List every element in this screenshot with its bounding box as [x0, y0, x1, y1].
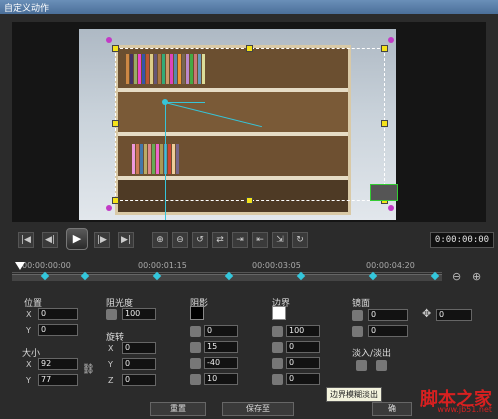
shadow-panel: 阴影 0 15 -40 10 — [184, 292, 264, 412]
keyframe-tool-8[interactable]: ↻ — [292, 232, 308, 248]
corner-handle-bottom-right[interactable] — [388, 205, 394, 211]
playback-controls: |◀ ◀| ▶ |▶ ▶| ⊕ ⊖ ↺ ⇄ ⇥ ⇤ ⇲ ↻ 0:00:00:00 — [12, 228, 494, 252]
border-width-field[interactable]: 0 — [286, 341, 320, 353]
border-fade-field[interactable]: 0 — [286, 373, 320, 385]
reset-button[interactable]: 重置 — [150, 402, 206, 416]
anchor-point[interactable] — [162, 99, 168, 105]
window-title: 自定义动作 — [4, 4, 50, 14]
zoom-out-icon[interactable]: ⊖ — [452, 270, 464, 283]
shadow-opacity-field[interactable]: 0 — [204, 325, 238, 337]
keyframe-tool-7[interactable]: ⇲ — [272, 232, 288, 248]
position-x-field[interactable]: 0 — [38, 308, 78, 320]
keyframe-tool-2[interactable]: ⊖ — [172, 232, 188, 248]
opacity-icon — [106, 309, 117, 320]
corner-handle-top-right[interactable] — [388, 37, 394, 43]
mirror-opacity-field[interactable]: 0 — [368, 309, 408, 321]
mirror-label: 镜面 — [352, 299, 371, 309]
fade-out-icon[interactable] — [376, 360, 387, 371]
size-x-field[interactable]: 92 — [38, 358, 78, 370]
title-bar: 自定义动作 — [0, 0, 498, 14]
size-y-axis: Y — [26, 376, 31, 385]
fade-label: 淡入/淡出 — [352, 349, 392, 359]
shadow-angle-icon — [190, 358, 201, 369]
watermark-url: www.jb51.net — [437, 405, 492, 414]
shadow-opacity-icon — [190, 326, 201, 337]
keyframe-tool-5[interactable]: ⇥ — [232, 232, 248, 248]
shadow-blur-icon — [190, 342, 201, 353]
go-to-start-button[interactable]: |◀ — [18, 232, 34, 248]
keyframe-tool-1[interactable]: ⊕ — [152, 232, 168, 248]
corner-handle-top-left[interactable] — [106, 37, 112, 43]
move-icon[interactable]: ✥ — [422, 307, 431, 320]
tooltip: 边界模糊淡出 — [326, 387, 382, 402]
rotation-y-field[interactable]: 0 — [122, 358, 156, 370]
mirror-distance-field[interactable]: 0 — [368, 325, 408, 337]
corner-handle-bottom-left[interactable] — [106, 205, 112, 211]
opacity-rotation-panel: 阻光度 100 旋转 X 0 Y 0 Z 0 — [98, 292, 178, 412]
border-opacity-field[interactable]: 100 — [286, 325, 320, 337]
mirror-opacity-icon — [352, 310, 363, 321]
selection-box[interactable] — [115, 48, 385, 201]
fade-in-icon[interactable] — [356, 360, 367, 371]
timecode-display[interactable]: 0:00:00:00 — [430, 232, 494, 248]
keyframe-tool-3[interactable]: ↺ — [192, 232, 208, 248]
opacity-field[interactable]: 100 — [122, 308, 156, 320]
size-x-axis: X — [26, 360, 32, 369]
mirror-distance-icon — [352, 326, 363, 337]
link-icon[interactable]: ⛓ — [82, 364, 95, 375]
resize-handle-right[interactable] — [381, 120, 388, 127]
ok-button[interactable]: 确 — [372, 402, 412, 416]
border-width-icon — [272, 342, 283, 353]
rotation-x-axis: X — [108, 344, 114, 353]
guide-line-vertical — [165, 102, 166, 220]
playhead-marker[interactable] — [15, 262, 25, 270]
play-button[interactable]: ▶ — [66, 228, 88, 250]
border-blur-field[interactable]: 0 — [286, 357, 320, 369]
save-as-button[interactable]: 保存至 — [222, 402, 294, 416]
border-color-swatch[interactable] — [272, 306, 286, 320]
resize-handle-top-right[interactable] — [381, 45, 388, 52]
keyframe-tool-6[interactable]: ⇤ — [252, 232, 268, 248]
rotation-z-axis: Z — [108, 376, 114, 385]
timeline-label-3: 00:00:04:20 — [366, 261, 415, 270]
zoom-in-icon[interactable]: ⊕ — [472, 270, 484, 283]
border-opacity-icon — [272, 326, 283, 337]
timeline-label-1: 00:00:01:15 — [138, 261, 187, 270]
timeline[interactable]: 00:00:00:00 00:00:01:15 00:00:03:05 00:0… — [12, 258, 442, 288]
rotation-y-axis: Y — [108, 360, 113, 369]
resize-handle-top[interactable] — [246, 45, 253, 52]
resize-handle-top-left[interactable] — [112, 45, 119, 52]
shadow-angle-field[interactable]: -40 — [204, 357, 238, 369]
position-y-axis: Y — [26, 326, 31, 335]
resize-handle-left[interactable] — [112, 120, 119, 127]
resize-handle-bottom[interactable] — [246, 197, 253, 204]
rotation-z-field[interactable]: 0 — [122, 374, 156, 386]
border-blur-icon — [272, 358, 283, 369]
mirror-offset-field[interactable]: 0 — [436, 309, 472, 321]
timeline-label-2: 00:00:03:05 — [252, 261, 301, 270]
shadow-color-swatch[interactable] — [190, 306, 204, 320]
resize-handle-bottom-left[interactable] — [112, 197, 119, 204]
shadow-distance-icon — [190, 374, 201, 385]
shadow-handle[interactable] — [370, 184, 398, 201]
position-panel: 位置 X 0 Y 0 大小 X 92 Y 77 ⛓ — [14, 292, 96, 412]
size-y-field[interactable]: 77 — [38, 374, 78, 386]
rotation-x-field[interactable]: 0 — [122, 342, 156, 354]
border-fade-icon — [272, 374, 283, 385]
previous-frame-button[interactable]: ◀| — [42, 232, 58, 248]
position-x-axis: X — [26, 310, 32, 319]
shadow-distance-field[interactable]: 10 — [204, 373, 238, 385]
go-to-end-button[interactable]: ▶| — [118, 232, 134, 248]
keyframe-tool-4[interactable]: ⇄ — [212, 232, 228, 248]
shadow-blur-field[interactable]: 15 — [204, 341, 238, 353]
position-y-field[interactable]: 0 — [38, 324, 78, 336]
timeline-label-0: 00:00:00:00 — [22, 261, 71, 270]
next-frame-button[interactable]: |▶ — [94, 232, 110, 248]
